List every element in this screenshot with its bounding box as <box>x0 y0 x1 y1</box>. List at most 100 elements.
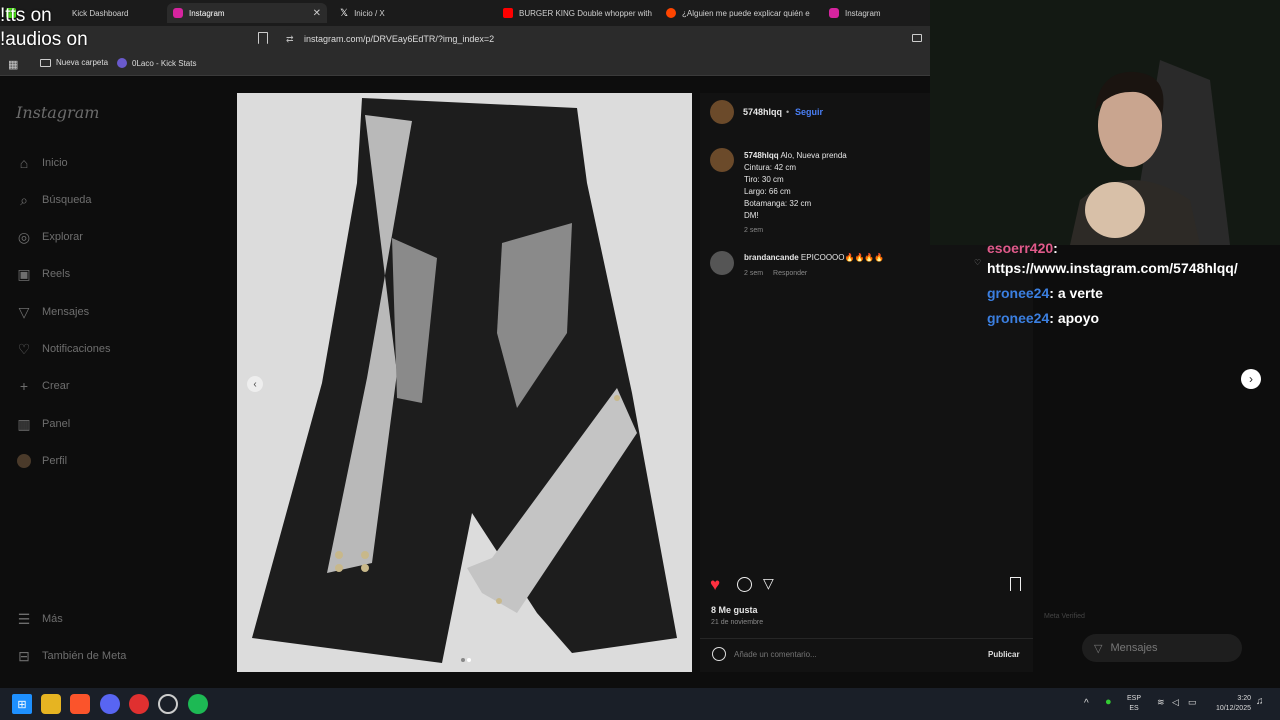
follow-button[interactable]: Seguir <box>795 107 823 117</box>
obs-icon[interactable] <box>158 694 178 714</box>
close-icon[interactable]: ✕ <box>313 8 321 19</box>
sidebar-item-panel[interactable]: ▥ Panel <box>16 416 70 432</box>
sidebar-item-busqueda[interactable]: ⌕ Búsqueda <box>16 192 92 208</box>
site-info-icon[interactable]: ⇄ <box>286 34 294 45</box>
language-indicator[interactable]: ESP ES <box>1127 694 1141 714</box>
sidebar-item-perfil[interactable]: Perfil <box>16 453 67 469</box>
microphone-icon[interactable]: ● <box>1105 696 1112 708</box>
chat-message: esoerr420: <box>987 240 1058 256</box>
comment-text: EPICOOOO🔥🔥🔥🔥 <box>800 253 885 262</box>
bookmark-icon[interactable] <box>258 32 268 44</box>
caption-line: Largo: 66 cm <box>744 187 791 196</box>
bookmark-label: 0Laco - Kick Stats <box>132 58 197 68</box>
avatar[interactable] <box>710 148 734 172</box>
clock-time: 3:20 <box>1237 695 1251 702</box>
comment-username[interactable]: brandancande <box>744 253 799 262</box>
avatar[interactable] <box>710 100 734 124</box>
caption-line: Botamanga: 32 cm <box>744 199 812 208</box>
brave-browser-icon[interactable] <box>70 694 90 714</box>
tab-burger-king[interactable]: BURGER KING Double whopper with <box>497 3 655 23</box>
bookmark-nueva-carpeta[interactable]: Nueva carpeta <box>40 58 108 67</box>
meta-icon: ⊟ <box>18 647 30 664</box>
caption-username[interactable]: 5748hlqq <box>744 151 779 160</box>
sidebar-item-label: Panel <box>42 418 71 430</box>
post-username[interactable]: 5748hlqq <box>743 107 782 117</box>
sidebar-item-label: Crear <box>42 380 70 392</box>
sidebar-item-notificaciones[interactable]: ♡ Notificaciones <box>16 341 111 357</box>
sidebar-item-meta[interactable]: ⊟ También de Meta <box>16 648 126 664</box>
app-icon[interactable] <box>129 694 149 714</box>
caption-line: DM! <box>744 211 759 220</box>
chat-username: gronee24 <box>987 285 1050 301</box>
volume-icon[interactable]: ◁ <box>1172 697 1179 708</box>
tab-label: ¿Alguien me puede explicar quién e <box>682 8 810 18</box>
tab-label: Inicio / X <box>354 8 385 18</box>
divider <box>700 638 1033 639</box>
clock[interactable]: 3:20 10/12/2025 <box>1205 694 1251 714</box>
tab-x[interactable]: 𝕏 Inicio / X <box>334 3 494 23</box>
messages-label: Mensajes <box>1110 642 1158 654</box>
send-icon: ▽ <box>1094 642 1103 655</box>
notification-bell-icon[interactable]: ♫ <box>1256 696 1264 707</box>
dot-separator: • <box>786 107 790 117</box>
chat-message-text: https://www.instagram.com/5748hlqq/ <box>987 260 1238 276</box>
sidebar-item-mensajes[interactable]: ▽ Mensajes <box>16 304 89 320</box>
keyboard-code: ES <box>1129 705 1139 712</box>
publish-button[interactable]: Publicar <box>988 650 1020 659</box>
instagram-icon <box>829 8 839 18</box>
cast-icon[interactable] <box>912 34 922 42</box>
reply-button[interactable]: Responder <box>773 270 807 277</box>
post-image[interactable]: ‹ <box>237 93 692 672</box>
bookmarks-bar: ▦ Nueva carpeta 0Laco - Kick Stats <box>0 52 930 76</box>
sidebar-item-reels[interactable]: ▣ Reels <box>16 266 70 282</box>
tab-instagram-2[interactable]: Instagram <box>823 3 928 23</box>
save-icon[interactable] <box>1010 577 1021 591</box>
bookmark-kick-stats[interactable]: 0Laco - Kick Stats <box>117 58 196 68</box>
messages-button[interactable]: ▽ Mensajes <box>1082 634 1242 662</box>
emoji-icon[interactable] <box>712 647 726 661</box>
chevron-up-icon[interactable]: ^ <box>1084 698 1089 709</box>
apps-grid-icon[interactable]: ▦ <box>8 58 18 71</box>
share-icon[interactable]: ▽ <box>763 575 774 592</box>
sidebar-item-inicio[interactable]: ⌂ Inicio <box>16 155 68 171</box>
bookmark-label: Nueva carpeta <box>56 58 109 67</box>
sidebar-item-mas[interactable]: ☰ Más <box>16 611 63 627</box>
prev-image-button[interactable]: ‹ <box>247 376 263 392</box>
tab-reddit[interactable]: ¿Alguien me puede explicar quién e <box>660 3 820 23</box>
add-comment-input[interactable] <box>734 647 974 661</box>
caption-line: Cintura: 42 cm <box>744 163 797 172</box>
caption-line: Alo, Nueva prenda <box>780 151 847 160</box>
like-count[interactable]: 8 Me gusta <box>711 605 758 615</box>
sidebar-item-label: También de Meta <box>42 650 127 662</box>
wifi-icon[interactable]: ≋ <box>1157 697 1165 708</box>
avatar-icon <box>16 453 32 469</box>
url-field[interactable]: ⇄ instagram.com/p/DRVEay6EdTR/?img_index… <box>280 29 920 49</box>
meta-verified-label: Meta Verified <box>1044 613 1085 620</box>
clock-date: 10/12/2025 <box>1215 705 1251 712</box>
comment-like-icon[interactable]: ♡ <box>974 258 981 267</box>
chat-message: gronee24: a verte <box>987 285 1103 301</box>
comment-meta: 2 sem Responder <box>744 270 807 277</box>
file-explorer-icon[interactable] <box>41 694 61 714</box>
spotify-icon[interactable] <box>188 694 208 714</box>
windows-start-icon[interactable]: ⊞ <box>12 694 32 714</box>
instagram-logo[interactable]: Instagram <box>16 103 99 122</box>
sidebar-item-label: Más <box>42 613 63 625</box>
language-code: ESP <box>1127 695 1142 702</box>
tab-instagram-active[interactable]: Instagram ✕ <box>167 3 327 23</box>
comment-icon[interactable] <box>737 577 752 592</box>
reels-icon: ▣ <box>17 265 31 282</box>
folder-icon <box>40 58 51 67</box>
discord-icon[interactable] <box>100 694 120 714</box>
kick-stats-icon <box>117 58 127 68</box>
comment: brandancande EPICOOOO🔥🔥🔥🔥 <box>744 253 884 262</box>
avatar[interactable] <box>710 251 734 275</box>
sidebar-item-label: Búsqueda <box>42 194 92 206</box>
chat-username: gronee24 <box>987 310 1050 326</box>
like-heart-icon[interactable]: ♥ <box>710 575 720 595</box>
next-image-button[interactable]: › <box>1241 369 1261 389</box>
sidebar-item-crear[interactable]: + Crear <box>16 378 70 394</box>
battery-icon[interactable]: ▭ <box>1188 697 1197 708</box>
compass-icon: ◎ <box>17 228 31 245</box>
sidebar-item-explorar[interactable]: ◎ Explorar <box>16 229 83 245</box>
